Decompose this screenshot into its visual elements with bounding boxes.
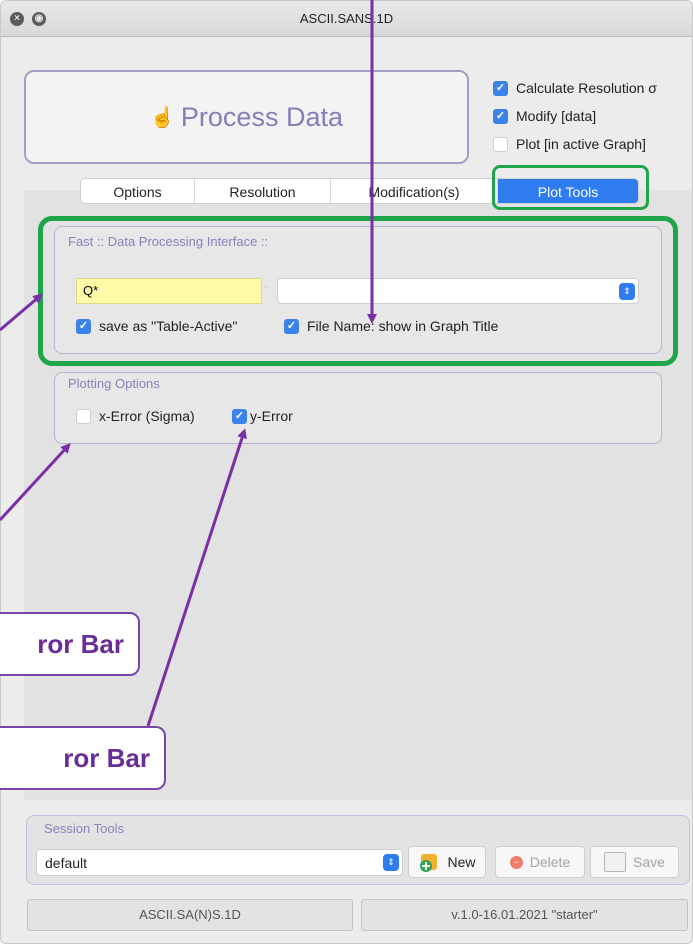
- delete-session-button[interactable]: − Delete: [495, 846, 585, 878]
- delete-label: Delete: [529, 854, 571, 870]
- annotation-arrows: [0, 0, 377, 727]
- new-icon: [418, 851, 440, 873]
- session-tools-title: Session Tools: [44, 821, 124, 836]
- arrow-to-y-error: [146, 428, 247, 727]
- save-icon: [604, 852, 627, 872]
- delete-icon: −: [509, 855, 523, 869]
- arrow-to-x-error: [0, 443, 71, 522]
- footer-version: v.1.0-16.01.2021 "starter": [361, 899, 688, 931]
- save-session-button[interactable]: Save: [590, 846, 679, 878]
- new-label: New: [447, 854, 476, 870]
- session-stepper-icon[interactable]: ⇕: [383, 854, 399, 871]
- save-label: Save: [633, 854, 665, 870]
- new-session-button[interactable]: New: [408, 846, 486, 878]
- footer-app-name: ASCII.SA(N)S.1D: [27, 899, 353, 931]
- session-select-value: default: [45, 855, 88, 871]
- session-select[interactable]: default ⇕: [36, 849, 403, 876]
- arrow-to-fast-panel: [0, 293, 44, 332]
